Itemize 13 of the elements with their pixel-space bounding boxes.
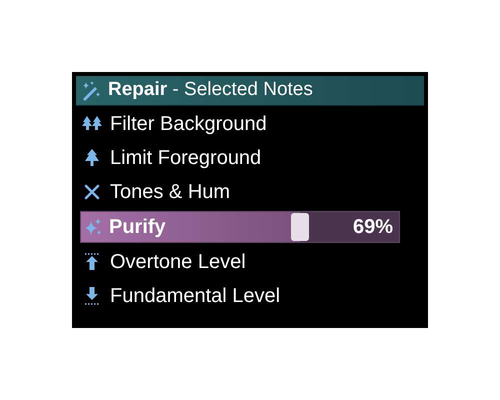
menu-item[interactable]: Filter Background — [110, 109, 267, 139]
menu-title: Repair - Selected Notes — [108, 78, 313, 102]
slider-thumb[interactable] — [291, 213, 310, 241]
slider-value: 69% — [352, 215, 393, 240]
menu-item[interactable]: Limit Foreground — [110, 143, 262, 173]
sparkles-icon — [83, 217, 103, 237]
menu-item[interactable]: Fundamental Level — [110, 281, 280, 311]
slider-track[interactable]: Purify 69% — [80, 211, 400, 243]
close-icon — [82, 182, 102, 202]
menu-item[interactable]: Tones & Hum — [110, 177, 230, 207]
menu-item[interactable]: Overtone Level — [110, 247, 246, 277]
tree-icon — [82, 148, 102, 168]
slider-label: Purify — [109, 215, 166, 240]
